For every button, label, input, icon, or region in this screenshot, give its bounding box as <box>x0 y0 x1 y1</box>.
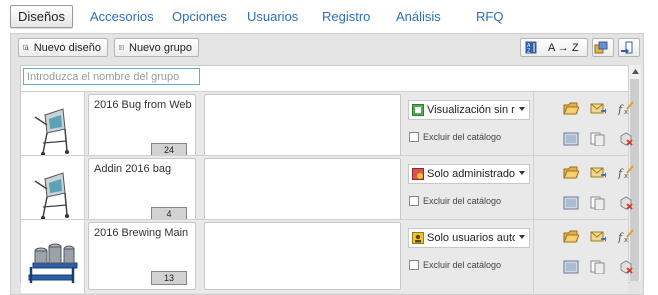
row-actions: fx <box>533 220 634 293</box>
design-thumbnail[interactable] <box>21 220 85 293</box>
svg-text:Z: Z <box>527 49 531 55</box>
new-group-button[interactable]: Nuevo grupo <box>114 38 199 57</box>
export-button[interactable] <box>592 38 614 57</box>
permission-label: Solo usuarios autor... <box>427 232 515 244</box>
exclude-checkbox[interactable] <box>409 260 419 270</box>
group-name: Addin 2016 bag <box>94 163 172 175</box>
send-mail-icon[interactable] <box>589 164 607 180</box>
tab-registro[interactable]: Registro <box>322 9 370 24</box>
delete-icon[interactable] <box>617 195 635 211</box>
formula-icon[interactable]: fx <box>617 100 635 116</box>
main-tabs: Diseños Accesorios Opciones Usuarios Reg… <box>0 0 658 34</box>
image-gallery-icon[interactable] <box>562 131 580 147</box>
delete-icon[interactable] <box>617 131 635 147</box>
group-row: Addin 2016 bag 4 Solo administradores Ex… <box>21 155 634 229</box>
exclude-catalog-option[interactable]: Excluir del catálogo <box>409 196 501 206</box>
send-mail-icon[interactable] <box>589 100 607 116</box>
brewing-system-image <box>28 243 77 283</box>
permission-dropdown[interactable]: Visualización sin re... <box>408 100 530 120</box>
new-design-label: Nuevo diseño <box>33 41 101 54</box>
group-name-box[interactable]: Addin 2016 bag 4 <box>88 158 196 226</box>
chevron-down-icon <box>519 235 525 239</box>
permission-label: Solo administradores <box>427 168 515 180</box>
tab-disenos[interactable]: Diseños <box>10 5 73 28</box>
exclude-checkbox[interactable] <box>409 132 419 142</box>
yellow-user-icon <box>412 232 424 244</box>
group-row: 2016 Bug from Web 24 Visualización sin r… <box>21 91 634 165</box>
permission-cell: Solo usuarios autor... Excluir del catál… <box>404 220 532 293</box>
tab-analisis[interactable]: Análisis <box>396 9 441 24</box>
import-button[interactable] <box>618 38 640 57</box>
tab-rfq[interactable]: RFQ <box>476 9 503 24</box>
green-view-icon <box>412 104 424 116</box>
cart-machine-image <box>34 107 69 156</box>
exclude-label: Excluir del catálogo <box>423 196 502 206</box>
chevron-down-icon <box>519 171 525 175</box>
exclude-catalog-option[interactable]: Excluir del catálogo <box>409 132 501 142</box>
tab-usuarios[interactable]: Usuarios <box>247 9 298 24</box>
import-icon <box>620 41 632 54</box>
permission-label: Visualización sin re... <box>427 104 515 116</box>
new-design-icon <box>23 44 29 51</box>
group-name-box[interactable]: 2016 Brewing Main 13 <box>88 222 196 290</box>
document-copy-icon[interactable] <box>589 131 607 147</box>
delete-icon[interactable] <box>617 259 635 275</box>
open-folder-icon[interactable] <box>562 100 580 116</box>
permission-dropdown[interactable]: Solo administradores <box>408 164 530 184</box>
exclude-label: Excluir del catálogo <box>423 132 502 142</box>
exclude-label: Excluir del catálogo <box>423 260 502 270</box>
image-gallery-icon[interactable] <box>562 259 580 275</box>
tab-opciones[interactable]: Opciones <box>172 9 227 24</box>
exclude-catalog-option[interactable]: Excluir del catálogo <box>409 260 501 270</box>
formula-icon[interactable]: fx <box>617 164 635 180</box>
sort-az-button[interactable]: AZ A → Z <box>520 38 588 57</box>
open-folder-icon[interactable] <box>562 228 580 244</box>
export-icon <box>594 41 607 54</box>
group-description-box[interactable] <box>204 222 401 290</box>
group-name-box[interactable]: 2016 Bug from Web 24 <box>88 94 196 162</box>
group-description-box[interactable] <box>204 158 401 226</box>
red-admin-icon <box>412 168 424 180</box>
chevron-down-icon <box>519 107 525 111</box>
send-mail-icon[interactable] <box>589 228 607 244</box>
formula-icon[interactable]: fx <box>617 228 635 244</box>
group-description-box[interactable] <box>204 94 401 162</box>
exclude-checkbox[interactable] <box>409 196 419 206</box>
group-row: 2016 Brewing Main 13 Solo usuarios autor… <box>21 219 634 293</box>
image-gallery-icon[interactable] <box>562 195 580 211</box>
design-count-badge: 13 <box>151 271 187 285</box>
group-name: 2016 Bug from Web <box>94 99 192 111</box>
tab-accesorios[interactable]: Accesorios <box>90 9 154 24</box>
group-name-search-input[interactable] <box>23 68 200 85</box>
group-name: 2016 Brewing Main <box>94 227 189 239</box>
permission-dropdown[interactable]: Solo usuarios autor... <box>408 228 530 248</box>
document-copy-icon[interactable] <box>589 195 607 211</box>
scroll-up-icon[interactable] <box>629 65 641 77</box>
sort-label: A → Z <box>548 41 579 54</box>
document-copy-icon[interactable] <box>589 259 607 275</box>
new-group-label: Nuevo grupo <box>129 41 192 54</box>
new-design-button[interactable]: Nuevo diseño <box>18 38 108 57</box>
open-folder-icon[interactable] <box>562 164 580 180</box>
sort-icon: AZ <box>525 41 537 54</box>
cart-machine-image <box>34 171 69 220</box>
new-group-icon <box>119 45 124 50</box>
